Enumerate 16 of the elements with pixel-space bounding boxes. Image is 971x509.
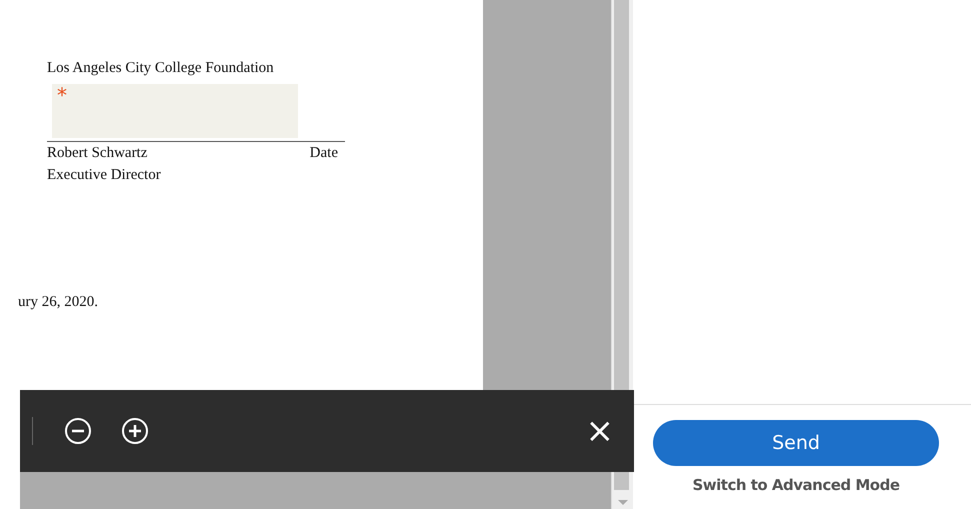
zoom-in-icon xyxy=(121,417,149,445)
required-mark: * xyxy=(57,84,67,106)
zoom-out-icon xyxy=(64,417,92,445)
date-text: ury 26, 2020. xyxy=(18,293,99,312)
scroll-down-icon[interactable] xyxy=(618,500,628,505)
scrollbar-thumb[interactable] xyxy=(614,0,629,390)
signer-name: Robert Schwartz xyxy=(47,144,148,163)
scrollbar-thumb[interactable] xyxy=(614,472,629,490)
zoom-in-button[interactable] xyxy=(120,416,150,446)
signer-title: Executive Director xyxy=(47,166,162,185)
organization-name: Los Angeles City College Foundation xyxy=(47,59,275,78)
zoom-out-button[interactable] xyxy=(63,416,93,446)
send-button[interactable]: Send xyxy=(653,420,939,466)
close-button[interactable]: × xyxy=(586,414,614,448)
advanced-mode-link[interactable]: Switch to Advanced Mode xyxy=(692,476,900,494)
date-label: Date xyxy=(310,144,338,163)
